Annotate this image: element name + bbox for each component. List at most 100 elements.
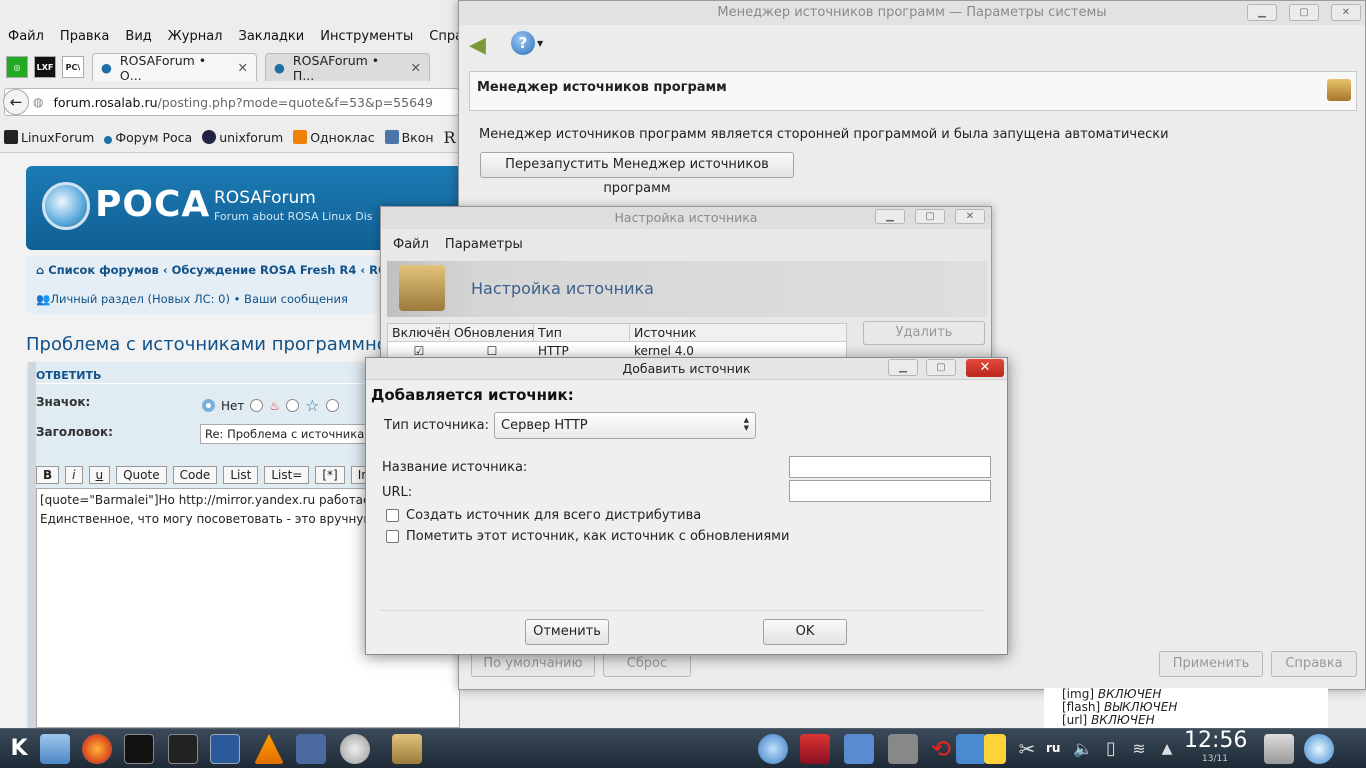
- url-text[interactable]: forum.rosalab.ru/posting.php?mode=quote&…: [53, 95, 432, 110]
- disc-icon[interactable]: [340, 734, 370, 764]
- keyboard-layout[interactable]: ru: [1046, 741, 1060, 755]
- help-button[interactable]: Справка: [1271, 651, 1357, 677]
- minimize-button[interactable]: ▁: [875, 209, 905, 224]
- bbcode-list-item-button[interactable]: [*]: [315, 466, 345, 484]
- maximize-button[interactable]: ▢: [1289, 4, 1319, 21]
- menu-file[interactable]: Файл: [0, 26, 52, 48]
- source-setup-heading: Настройка источника: [471, 279, 654, 298]
- sync-icon[interactable]: ⟲: [926, 734, 956, 764]
- close-button[interactable]: ✕: [966, 359, 1004, 377]
- battery-icon[interactable]: ▯: [1096, 734, 1126, 764]
- chevron-down-icon[interactable]: ▼: [537, 39, 543, 48]
- back-arrow-icon[interactable]: ◀: [469, 33, 486, 58]
- column-header[interactable]: Источник: [630, 324, 846, 341]
- bookmark-rosa[interactable]: Форум Роса: [104, 130, 192, 145]
- wifi-icon[interactable]: ≋: [1124, 734, 1154, 764]
- enabled-checkbox[interactable]: ☑: [388, 344, 450, 358]
- menu-history[interactable]: Журнал: [160, 26, 231, 48]
- column-header[interactable]: Обновления: [450, 324, 534, 341]
- cancel-button[interactable]: Отменить: [525, 619, 609, 645]
- icon-radio-star[interactable]: [286, 399, 300, 412]
- volume-icon[interactable]: 🔈: [1068, 734, 1098, 764]
- chevron-up-icon[interactable]: ▲: [1152, 734, 1182, 764]
- close-tab-icon[interactable]: ✕: [411, 60, 421, 75]
- menu-view[interactable]: Вид: [117, 26, 159, 48]
- column-header[interactable]: Тип: [534, 324, 630, 341]
- trash-icon[interactable]: [1264, 734, 1294, 764]
- settings-panel-icon[interactable]: [888, 734, 918, 764]
- bbcode-list-numbered-button[interactable]: List=: [264, 466, 310, 484]
- back-arrow-icon[interactable]: ←: [3, 89, 29, 115]
- bookmark-unixforum[interactable]: unixforum: [202, 129, 283, 145]
- apply-button[interactable]: Применить: [1159, 651, 1263, 677]
- updates-checkbox[interactable]: ☐: [450, 344, 534, 358]
- minimize-icon: ▁: [899, 362, 907, 373]
- maximize-button[interactable]: ▢: [926, 359, 956, 376]
- close-button[interactable]: ✕: [955, 209, 985, 224]
- pinned-tab-lxf[interactable]: LXF: [34, 56, 56, 78]
- help-icon[interactable]: ?: [511, 31, 535, 55]
- menu-edit[interactable]: Правка: [52, 26, 117, 48]
- source-name-input[interactable]: [789, 456, 991, 478]
- menu-tools[interactable]: Инструменты: [312, 26, 421, 48]
- site-title[interactable]: ROSAForum: [214, 188, 316, 208]
- bbcode-underline-button[interactable]: u: [88, 466, 111, 484]
- restart-manager-button[interactable]: Перезапустить Менеджер источников програ…: [480, 152, 794, 196]
- icon-radio-fire[interactable]: [250, 399, 264, 412]
- close-tab-icon[interactable]: ✕: [238, 60, 248, 75]
- url-input[interactable]: [789, 480, 991, 502]
- updates-source-checkbox[interactable]: [386, 530, 399, 543]
- bbcode-quote-button[interactable]: Quote: [116, 466, 167, 484]
- tab-rosaforum-2[interactable]: ● RОSAForum • П... ✕: [265, 53, 430, 83]
- system-monitor-icon[interactable]: [168, 734, 198, 764]
- scissors-icon[interactable]: ✂: [1012, 734, 1042, 764]
- bbcode-italic-button[interactable]: i: [65, 466, 83, 484]
- bookmark-vk[interactable]: Вкон: [384, 129, 434, 145]
- firefox-icon[interactable]: [82, 734, 112, 764]
- menu-file[interactable]: Файл: [393, 237, 429, 252]
- maximize-button[interactable]: ▢: [915, 209, 945, 224]
- parking-icon[interactable]: [984, 734, 1006, 764]
- minimize-button[interactable]: ▁: [888, 359, 918, 376]
- window-switcher-icon[interactable]: [844, 734, 874, 764]
- menu-parameters[interactable]: Параметры: [445, 237, 523, 252]
- icon-radio-none[interactable]: [202, 399, 215, 412]
- rosa-logo-icon[interactable]: [1304, 734, 1334, 764]
- left-scrollbar[interactable]: [28, 362, 36, 728]
- toolbox-icon[interactable]: [800, 734, 830, 764]
- ok-button[interactable]: OK: [763, 619, 847, 645]
- tab-rosaforum-1[interactable]: ● RОSAForum • О... ✕: [92, 53, 257, 83]
- distro-source-checkbox[interactable]: [386, 509, 399, 522]
- table-row[interactable]: ☑ ☐ HTTP kernel 4.0: [388, 344, 846, 358]
- personal-links[interactable]: 👥Личный раздел (Новых ЛС: 0) • Ваши сооб…: [36, 292, 348, 306]
- network-icon[interactable]: [296, 734, 326, 764]
- bbcode-code-button[interactable]: Code: [172, 466, 218, 484]
- icon-none-label: Нет: [221, 398, 245, 413]
- bbcode-bold-button[interactable]: B: [36, 466, 60, 484]
- distro-source-option[interactable]: Создать источник для всего дистрибутива: [386, 508, 701, 523]
- kde-launcher-icon[interactable]: K: [4, 734, 34, 764]
- bookmark-odnoklassniki[interactable]: Однoклас: [293, 129, 375, 145]
- updates-source-option[interactable]: Пометить этот источник, как источник с о…: [386, 529, 789, 544]
- icon-radio-more[interactable]: [325, 399, 339, 412]
- camera-icon[interactable]: [758, 734, 788, 764]
- source-type-select[interactable]: Сервер HTTP ▲ ▼: [494, 412, 756, 439]
- pinned-tab-icon[interactable]: ◎: [6, 56, 28, 78]
- bbcode-list-button[interactable]: List: [223, 466, 259, 484]
- clock-time[interactable]: 12:56: [1184, 728, 1247, 753]
- menu-bookmarks[interactable]: Закладки: [231, 26, 313, 48]
- delete-button[interactable]: Удалить: [863, 321, 985, 345]
- minimize-button[interactable]: ▁: [1247, 4, 1277, 21]
- bookmark-r[interactable]: R: [444, 128, 456, 147]
- pinned-tab-pc[interactable]: PC\: [62, 56, 84, 78]
- column-header[interactable]: Включён: [388, 324, 450, 341]
- bookmark-linuxforum[interactable]: LinuxForum: [4, 129, 94, 145]
- close-button[interactable]: ✕: [1331, 4, 1361, 21]
- file-manager-icon[interactable]: [40, 734, 70, 764]
- vlc-icon[interactable]: [254, 734, 284, 764]
- terminal-icon[interactable]: [124, 734, 154, 764]
- activity-monitor-icon[interactable]: [210, 734, 240, 764]
- rpm-package-icon[interactable]: [392, 734, 422, 764]
- url-bar[interactable]: ← ◍ forum.rosalab.ru/posting.php?mode=qu…: [3, 88, 459, 116]
- puzzle-icon[interactable]: [956, 734, 986, 764]
